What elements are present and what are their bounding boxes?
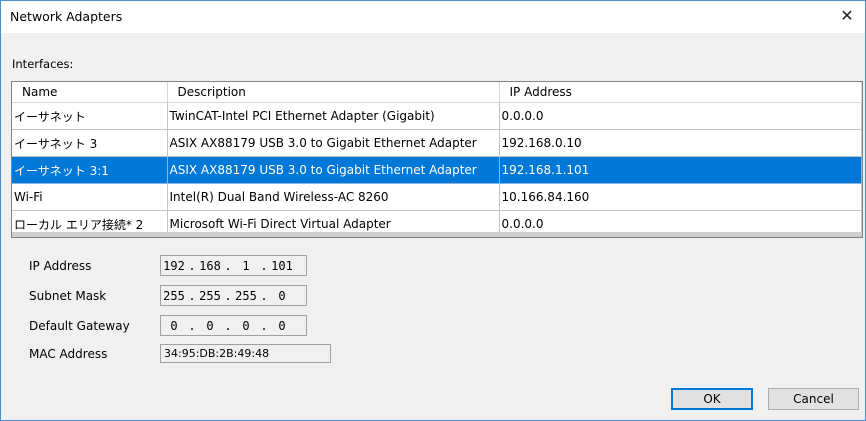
ok-button[interactable]: OK: [671, 388, 753, 410]
octet-separator: .: [260, 288, 268, 303]
horizontal-scrollbar[interactable]: [12, 232, 862, 237]
ip-address-label: IP Address: [29, 259, 92, 273]
octet-separator: .: [224, 318, 232, 333]
cell-name: イーサネット 3:1: [12, 156, 168, 184]
table-row[interactable]: イーサネット 3 ASIX AX88179 USB 3.0 to Gigabit …: [12, 129, 862, 157]
ip-octet-2: 168: [199, 258, 221, 273]
octet-separator: .: [224, 258, 232, 273]
cell-description: ASIX AX88179 USB 3.0 to Gigabit Ethernet…: [167, 156, 500, 184]
window-title: Network Adapters: [10, 9, 123, 24]
subnet-mask-field[interactable]: 255. 255. 255. 0: [160, 285, 307, 306]
subnet-octet-3: 255: [235, 288, 257, 303]
octet-separator: .: [188, 258, 196, 273]
cancel-button[interactable]: Cancel: [768, 388, 859, 410]
cell-ip-address: 192.168.0.10: [499, 129, 862, 157]
cell-ip-address: 0.0.0.0: [499, 102, 862, 130]
interfaces-label: Interfaces:: [12, 57, 74, 71]
network-adapters-dialog: Network Adapters ✕ Interfaces: Name Desc…: [0, 0, 866, 421]
subnet-octet-2: 255: [199, 288, 221, 303]
cell-name: イーサネット: [12, 102, 168, 130]
mac-address-label: MAC Address: [29, 347, 108, 361]
subnet-mask-label: Subnet Mask: [29, 289, 107, 303]
ip-octet-3: 1: [242, 258, 250, 273]
cell-name: イーサネット 3: [12, 129, 168, 157]
cell-ip-address: 10.166.84.160: [499, 183, 862, 211]
table-header-row: Name Description IP Address: [12, 82, 862, 103]
cell-description: ASIX AX88179 USB 3.0 to Gigabit Ethernet…: [167, 129, 500, 157]
gateway-octet-4: 0: [278, 318, 286, 333]
cell-name: Wi-Fi: [12, 183, 168, 211]
mac-address-field[interactable]: 34:95:DB:2B:49:48: [160, 344, 331, 363]
title-bar: Network Adapters ✕: [1, 1, 865, 33]
gateway-octet-3: 0: [242, 318, 250, 333]
table-row[interactable]: イーサネット 3:1 ASIX AX88179 USB 3.0 to Gigabi…: [12, 156, 862, 184]
gateway-octet-2: 0: [206, 318, 214, 333]
octet-separator: .: [224, 288, 232, 303]
default-gateway-label: Default Gateway: [29, 319, 130, 333]
octet-separator: .: [188, 288, 196, 303]
column-header-name[interactable]: Name: [12, 82, 168, 103]
octet-separator: .: [260, 318, 268, 333]
default-gateway-field[interactable]: 0. 0. 0. 0: [160, 315, 307, 336]
table-row[interactable]: Wi-Fi Intel(R) Dual Band Wireless-AC 8260…: [12, 183, 862, 211]
gateway-octet-1: 0: [170, 318, 178, 333]
cell-ip-address: 192.168.1.101: [499, 156, 862, 184]
ip-address-field[interactable]: 192. 168. 1. 101: [160, 255, 307, 276]
cell-description: Intel(R) Dual Band Wireless-AC 8260: [167, 183, 500, 211]
octet-separator: .: [188, 318, 196, 333]
subnet-octet-4: 0: [278, 288, 286, 303]
close-icon[interactable]: ✕: [829, 1, 865, 33]
interfaces-table[interactable]: Name Description IP Address イーサネット TwinCA…: [11, 81, 863, 238]
cell-description: TwinCAT-Intel PCI Ethernet Adapter (Giga…: [167, 102, 500, 130]
ip-octet-1: 192: [163, 258, 185, 273]
ip-octet-4: 101: [271, 258, 293, 273]
table-row[interactable]: イーサネット TwinCAT-Intel PCI Ethernet Adapter…: [12, 102, 862, 130]
column-header-description[interactable]: Description: [167, 82, 500, 103]
column-header-ip-address[interactable]: IP Address: [499, 82, 862, 103]
octet-separator: .: [260, 258, 268, 273]
subnet-octet-1: 255: [163, 288, 185, 303]
